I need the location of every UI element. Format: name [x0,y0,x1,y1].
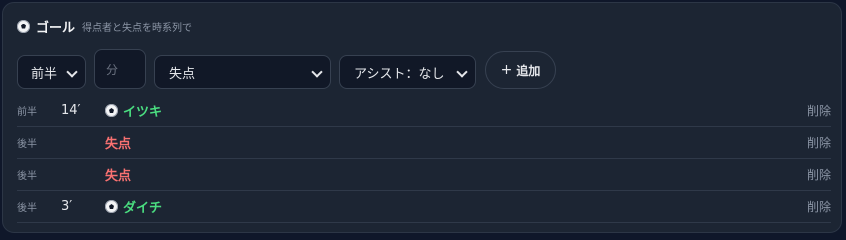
soccer-ball-icon [105,104,118,117]
panel-header: ゴール 得点者と失点を時系列で [17,17,193,36]
goal-row: 後半 失点 削除 [17,159,831,191]
chevron-down-icon [311,66,323,78]
assist-select[interactable]: アシスト：なし [339,55,476,89]
row-half: 後半 [17,139,37,150]
row-scorer: イツキ [123,105,163,120]
goal-row: 前半 14′ イツキ 削除 [17,95,831,127]
row-scorer: ダイチ [123,201,163,216]
assist-select-value: アシスト：なし [354,66,445,82]
add-button-label: 追加 [516,63,541,78]
scorer-select[interactable]: 失点 [154,55,331,89]
goal-row: 後半 3′ ダイチ 削除 [17,191,831,223]
soccer-ball-icon [17,19,30,33]
minute-input[interactable]: 分 [94,49,146,89]
half-select-value: 前半 [31,66,58,82]
goal-entry-form: 前半 分 失点 アシスト：なし + 追加 [17,49,556,89]
delete-button[interactable]: 削除 [807,134,831,151]
row-event: 失点 [105,133,131,152]
delete-button[interactable]: 削除 [807,102,831,119]
row-minute: 14′ [61,103,81,118]
row-event: イツキ [105,101,162,120]
chevron-down-icon [456,66,468,78]
goals-panel: ゴール 得点者と失点を時系列で 前半 分 失点 アシスト：なし + 追加 前半 … [2,2,842,233]
chevron-down-icon [66,66,78,78]
delete-button[interactable]: 削除 [807,198,831,215]
delete-button[interactable]: 削除 [807,166,831,183]
minute-placeholder: 分 [106,63,119,77]
row-half: 後半 [17,203,37,214]
row-event: ダイチ [105,197,162,216]
half-select[interactable]: 前半 [17,55,86,89]
row-half: 前半 [17,107,37,118]
panel-title: ゴール [36,20,76,36]
goal-list: 前半 14′ イツキ 削除 後半 失点 削除 後半 失点 削除 後半 3′ ダイ… [17,95,831,223]
row-conceded-label: 失点 [105,137,132,152]
scorer-select-value: 失点 [169,66,196,82]
row-half: 後半 [17,171,37,182]
panel-subtitle: 得点者と失点を時系列で [82,22,193,34]
plus-icon: + [500,62,513,78]
row-event: 失点 [105,165,131,184]
row-conceded-label: 失点 [105,169,132,184]
row-minute: 3′ [61,199,73,214]
goal-row: 後半 失点 削除 [17,127,831,159]
add-button[interactable]: + 追加 [485,51,556,89]
soccer-ball-icon [105,200,118,213]
